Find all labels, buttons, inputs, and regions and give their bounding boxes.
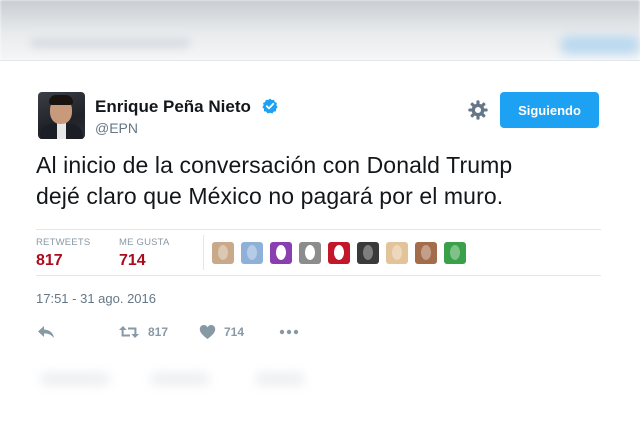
reply-icon [38, 326, 54, 338]
retweets-stat[interactable]: RETWEETS 817 [36, 237, 90, 270]
blurred-background-element [560, 36, 640, 54]
liker-avatar[interactable] [212, 242, 234, 264]
retweet-button[interactable]: 817 [118, 320, 168, 344]
stats-divider [203, 235, 204, 270]
verified-badge-icon [262, 98, 278, 114]
liker-avatar[interactable] [299, 242, 321, 264]
likes-label: ME GUSTA [119, 237, 170, 248]
like-button[interactable]: 714 [199, 320, 244, 344]
tweet-actions: 817 714 [36, 320, 336, 344]
tweet-text-line: dejé claro que México no pagará por el m… [36, 183, 504, 209]
liker-avatar[interactable] [386, 242, 408, 264]
heart-icon [199, 325, 216, 339]
tweet-timestamp[interactable]: 17:51 - 31 ago. 2016 [36, 291, 156, 306]
retweets-count: 817 [36, 252, 63, 269]
likes-count: 714 [119, 252, 146, 269]
retweet-count: 817 [148, 325, 169, 339]
liker-avatar[interactable] [241, 242, 263, 264]
retweets-label: RETWEETS [36, 237, 91, 248]
profile-name[interactable]: Enrique Peña Nieto [95, 97, 251, 117]
tweet-stats: RETWEETS 817 ME GUSTA 714 [36, 229, 601, 276]
liker-avatar[interactable] [328, 242, 350, 264]
blurred-background-header [0, 0, 640, 60]
profile-handle[interactable]: @EPN [95, 120, 138, 136]
following-button[interactable]: Siguiendo [500, 92, 599, 128]
more-button[interactable] [279, 320, 299, 344]
more-dots-icon [279, 329, 299, 335]
tweet-text-line: Al inicio de la conversación con Donald … [36, 152, 513, 178]
profile-avatar[interactable] [38, 92, 85, 139]
retweet-icon [119, 326, 139, 338]
like-count: 714 [224, 325, 245, 339]
gear-icon[interactable] [467, 99, 489, 121]
reply-button[interactable] [36, 320, 56, 344]
likes-stat[interactable]: ME GUSTA 714 [119, 237, 170, 270]
tweet-text: Al inicio de la conversación con Donald … [36, 150, 606, 212]
blurred-background-element [30, 38, 190, 48]
liker-avatar[interactable] [357, 242, 379, 264]
liker-avatar[interactable] [270, 242, 292, 264]
liker-avatar[interactable] [444, 242, 466, 264]
liker-avatar[interactable] [415, 242, 437, 264]
